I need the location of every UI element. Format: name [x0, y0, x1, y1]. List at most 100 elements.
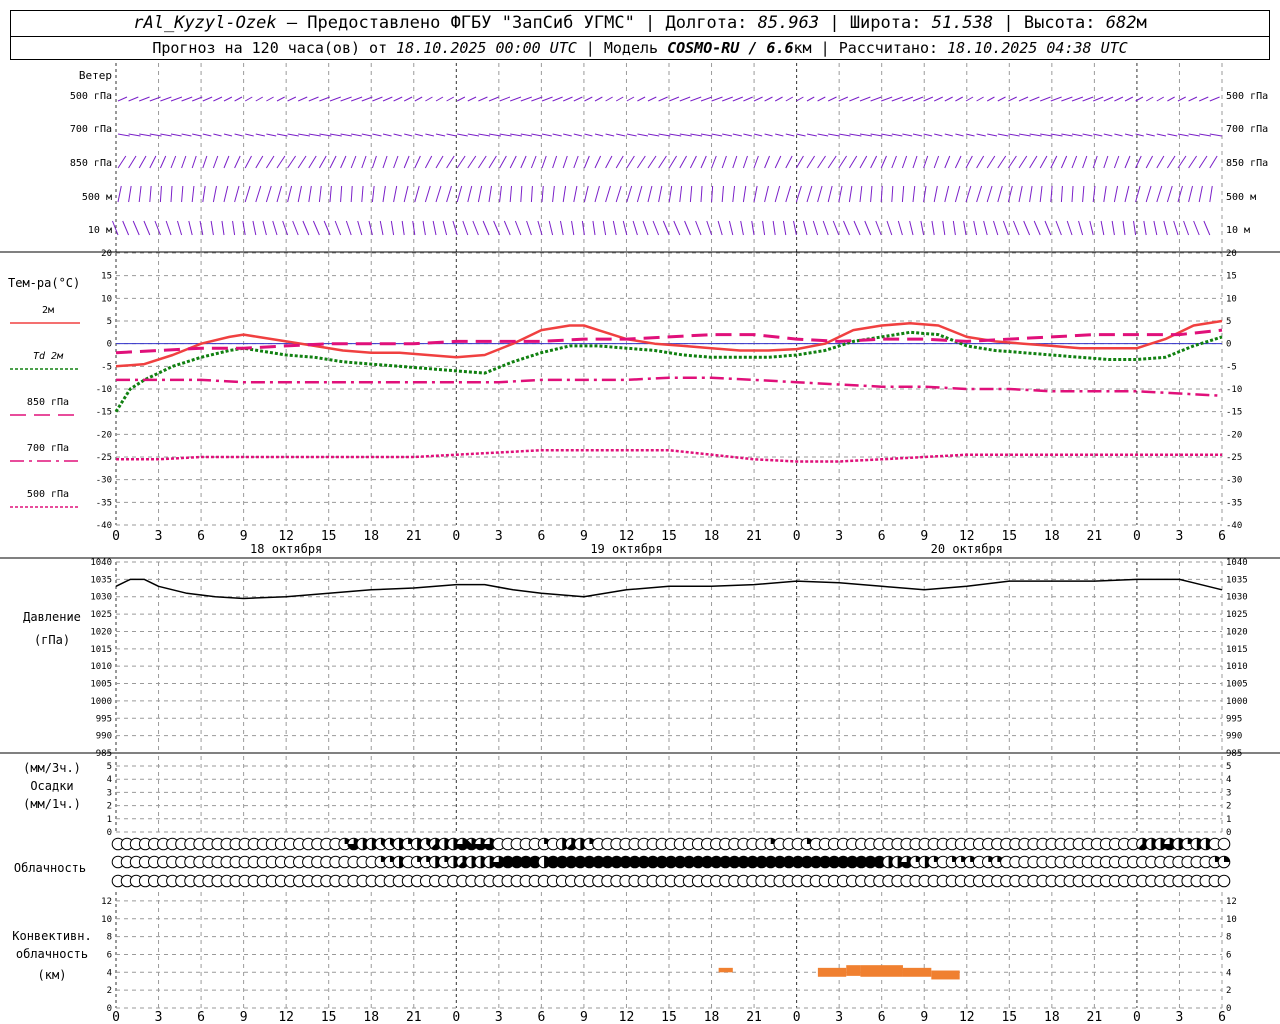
pressure-tick-label: 995	[96, 714, 112, 724]
wind-barb	[138, 185, 142, 203]
wind-barb	[700, 155, 707, 169]
x-tick-label-bottom: 6	[878, 1010, 886, 1024]
wind-barb	[287, 96, 297, 102]
wind-barb	[213, 133, 222, 137]
wind-barb	[128, 185, 132, 203]
wind-barb	[912, 155, 918, 169]
wind-barb	[626, 96, 635, 102]
wind-barb	[636, 185, 643, 203]
wind-barb	[424, 155, 433, 169]
wind-barb	[827, 96, 837, 102]
wind-barb	[159, 155, 167, 169]
wind-barb	[128, 133, 141, 137]
wind-barb	[942, 220, 946, 236]
wind-barb	[265, 155, 275, 169]
temp-tick-label: -25	[1226, 453, 1242, 463]
temp-legend-label: 500 гПа	[27, 489, 69, 500]
x-tick-label: 9	[580, 529, 588, 544]
x-tick-label: 15	[1001, 529, 1017, 544]
wind-barb	[234, 133, 243, 137]
wind-barb	[838, 133, 851, 137]
wind-barb	[435, 133, 446, 137]
wind-barb	[312, 220, 320, 236]
wind-barb	[245, 133, 254, 137]
wind-barb	[1060, 155, 1068, 169]
wind-barb	[149, 133, 162, 137]
wind-barb	[1100, 220, 1105, 236]
wind-barb	[1166, 155, 1176, 169]
x-tick-label: 9	[240, 529, 248, 544]
cloud-cover-symbol	[1217, 874, 1231, 888]
wind-barb	[602, 220, 607, 236]
wind-barb	[297, 185, 302, 203]
wind-barb	[1039, 155, 1048, 169]
wind-barb	[139, 96, 150, 102]
wind-barb	[117, 133, 130, 137]
wind-barb	[1023, 220, 1031, 236]
wind-barb	[1039, 185, 1043, 203]
wind-barb	[232, 220, 236, 236]
wind-barb	[933, 185, 938, 203]
wind-barb	[1078, 220, 1084, 236]
temp-tick-label: -25	[96, 453, 112, 463]
wind-barb	[350, 185, 353, 203]
x-tick-label-bottom: 9	[240, 1010, 248, 1024]
wind-barb	[721, 155, 727, 169]
wind-barb	[1060, 185, 1063, 203]
wind-barb	[976, 96, 984, 102]
wind-barb	[711, 133, 723, 137]
pressure-tick-label: 1030	[1226, 593, 1248, 603]
wind-barb	[690, 96, 702, 102]
wind-barb	[976, 155, 985, 169]
wind-barb	[282, 220, 289, 236]
wind-barb	[520, 155, 527, 169]
x-tick-label-bottom: 12	[619, 1010, 635, 1024]
wind-barb	[520, 96, 532, 102]
wind-barb	[1055, 220, 1062, 236]
wind-barb	[870, 96, 882, 102]
wind-barb	[160, 96, 172, 102]
x-tick-label: 21	[1087, 529, 1103, 544]
wind-barb	[138, 155, 147, 169]
wind-barb	[202, 155, 208, 169]
wind-barb	[973, 220, 978, 236]
wind-barb	[159, 185, 162, 203]
conv-tick-label: 0	[1226, 1004, 1231, 1014]
wind-barb	[711, 155, 717, 169]
wind-barb	[1008, 133, 1020, 137]
wind-barb	[503, 220, 511, 236]
x-tick-label: 6	[197, 529, 205, 544]
wind-barb	[244, 155, 252, 169]
wind-barb	[742, 185, 747, 203]
temp-tick-label: 10	[101, 294, 112, 304]
conv-cloud-bar	[931, 970, 960, 980]
wind-barb	[276, 185, 283, 203]
wind-barb	[1033, 220, 1041, 236]
wind-barb	[679, 155, 687, 169]
wind-barb	[117, 96, 128, 102]
x-tick-label-bottom: 3	[495, 1010, 503, 1024]
wind-barb	[213, 96, 223, 102]
x-tick-label: 0	[793, 529, 801, 544]
wind-barb	[1029, 96, 1040, 102]
cloud-axis-label: Облачность	[14, 861, 86, 875]
wind-barb	[1018, 96, 1029, 102]
wind-barb	[662, 220, 670, 236]
wind-barb	[541, 155, 547, 169]
wind-barb	[1113, 185, 1119, 203]
wind-barb	[1124, 155, 1131, 169]
x-tick-label: 3	[155, 529, 163, 544]
wind-barb	[1012, 220, 1020, 236]
wind-barb	[817, 133, 829, 137]
temp-tick-label: 15	[101, 272, 112, 282]
wind-barb	[1163, 220, 1168, 236]
wind-barb	[202, 96, 213, 102]
wind-barb	[891, 133, 903, 137]
x-tick-label: 18	[363, 529, 379, 544]
wind-barb	[188, 220, 193, 236]
wind-barb	[1082, 96, 1094, 102]
wind-barb	[1173, 220, 1179, 236]
wind-barb	[308, 133, 321, 137]
wind-barb	[626, 155, 635, 169]
wind-barb	[302, 220, 310, 236]
